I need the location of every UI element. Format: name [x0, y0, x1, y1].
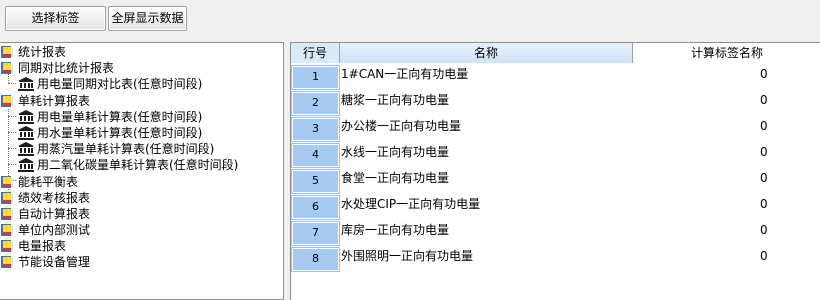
row-number-cell[interactable]: 4 [291, 143, 340, 168]
table-row[interactable]: 7 库房一正向有功电量 0 [291, 221, 820, 247]
book-icon [1, 62, 13, 74]
row-number-cell[interactable]: 6 [291, 195, 340, 220]
data-grid[interactable]: 行号 名称 计算标签名称 1 1#CAN一正向有功电量 0 2 糖浆一正向有功电… [290, 42, 820, 300]
calc-tag-value: 0 [760, 249, 768, 263]
name-cell[interactable]: 水线一正向有功电量 [341, 143, 633, 169]
name-cell[interactable]: 1#CAN一正向有功电量 [341, 65, 633, 91]
bank-icon [18, 110, 34, 124]
tree-item-label: 单位内部测试 [18, 223, 91, 237]
row-number-cell[interactable]: 1 [291, 65, 340, 90]
calc-tag-cell[interactable]: 0 [633, 169, 820, 195]
calc-tag-cell[interactable]: 0 [633, 247, 820, 273]
book-icon [1, 46, 13, 58]
tree-item-label: 绩效考核报表 [18, 191, 91, 205]
tree-item-label: 用电量同期对比表(任意时间段) [37, 77, 203, 91]
tree-item-label: 用电量单耗计算表(任意时间段) [37, 110, 203, 124]
tree-item-label: 单耗计算报表 [18, 94, 91, 108]
book-icon [1, 95, 13, 107]
column-header-calc-tag[interactable]: 计算标签名称 [633, 43, 820, 63]
calc-tag-cell[interactable]: 0 [633, 221, 820, 247]
calc-tag-value: 0 [760, 171, 768, 185]
book-icon [1, 192, 13, 204]
bank-icon [18, 158, 34, 172]
name-cell[interactable]: 食堂一正向有功电量 [341, 169, 633, 195]
book-icon [1, 256, 13, 268]
name-cell[interactable]: 糖浆一正向有功电量 [341, 91, 633, 117]
select-tag-button[interactable]: 选择标签 [5, 6, 106, 31]
book-icon [1, 208, 13, 220]
table-row[interactable]: 2 糖浆一正向有功电量 0 [291, 91, 820, 117]
table-row[interactable]: 5 食堂一正向有功电量 0 [291, 169, 820, 195]
name-cell[interactable]: 外围照明一正向有功电量 [341, 247, 633, 273]
bank-icon [18, 126, 34, 140]
row-number-cell[interactable]: 2 [291, 91, 340, 116]
book-icon [1, 176, 13, 188]
column-header-row-number[interactable]: 行号 [291, 43, 340, 63]
table-row[interactable]: 1 1#CAN一正向有功电量 0 [291, 65, 820, 91]
column-header-name[interactable]: 名称 [340, 43, 633, 63]
name-cell[interactable]: 水处理CIP一正向有功电量 [341, 195, 633, 221]
row-number-cell[interactable]: 5 [291, 169, 340, 194]
name-cell[interactable]: 办公楼一正向有功电量 [341, 117, 633, 143]
bank-icon [18, 142, 34, 156]
calc-tag-value: 0 [760, 93, 768, 107]
tree-item-label: 节能设备管理 [18, 255, 91, 269]
tree-item-label: 能耗平衡表 [18, 175, 79, 189]
toolbar: 选择标签 全屏显示数据 [0, 0, 820, 36]
calc-tag-cell[interactable]: 0 [633, 195, 820, 221]
calc-tag-cell[interactable]: 0 [633, 143, 820, 169]
tree-item-label: 电量报表 [18, 239, 67, 253]
name-cell[interactable]: 库房一正向有功电量 [341, 221, 633, 247]
calc-tag-cell[interactable]: 0 [633, 65, 820, 91]
table-row[interactable]: 3 办公楼一正向有功电量 0 [291, 117, 820, 143]
tree-item-label: 用水量单耗计算表(任意时间段) [37, 126, 203, 140]
calc-tag-cell[interactable]: 0 [633, 91, 820, 117]
calc-tag-cell[interactable]: 0 [633, 117, 820, 143]
tree-item-label: 统计报表 [18, 45, 67, 59]
grid-header: 行号 名称 计算标签名称 [291, 43, 820, 63]
table-row[interactable]: 8 外围照明一正向有功电量 0 [291, 247, 820, 273]
table-row[interactable]: 4 水线一正向有功电量 0 [291, 143, 820, 169]
calc-tag-value: 0 [760, 145, 768, 159]
table-row[interactable]: 6 水处理CIP一正向有功电量 0 [291, 195, 820, 221]
tree-item-label: 用蒸汽量单耗计算表(任意时间段) [37, 142, 215, 156]
book-icon [1, 224, 13, 236]
tree-item-label: 自动计算报表 [18, 207, 91, 221]
bank-icon [18, 77, 34, 91]
row-number-cell[interactable]: 3 [291, 117, 340, 142]
row-number-cell[interactable]: 7 [291, 221, 340, 246]
fullscreen-data-button[interactable]: 全屏显示数据 [108, 6, 187, 31]
tree-item-label: 同期对比统计报表 [18, 61, 115, 75]
calc-tag-value: 0 [760, 67, 768, 81]
calc-tag-value: 0 [760, 223, 768, 237]
row-number-cell[interactable]: 8 [291, 247, 340, 272]
tree-item-label: 用二氧化碳量单耗计算表(任意时间段) [37, 158, 239, 172]
calc-tag-value: 0 [760, 197, 768, 211]
calc-tag-value: 0 [760, 119, 768, 133]
book-icon [1, 240, 13, 252]
report-tree[interactable]: 统计报表 同期对比统计报表 用电量同期对比表(任意时间段) 单耗计算报表 用电量… [0, 42, 284, 300]
